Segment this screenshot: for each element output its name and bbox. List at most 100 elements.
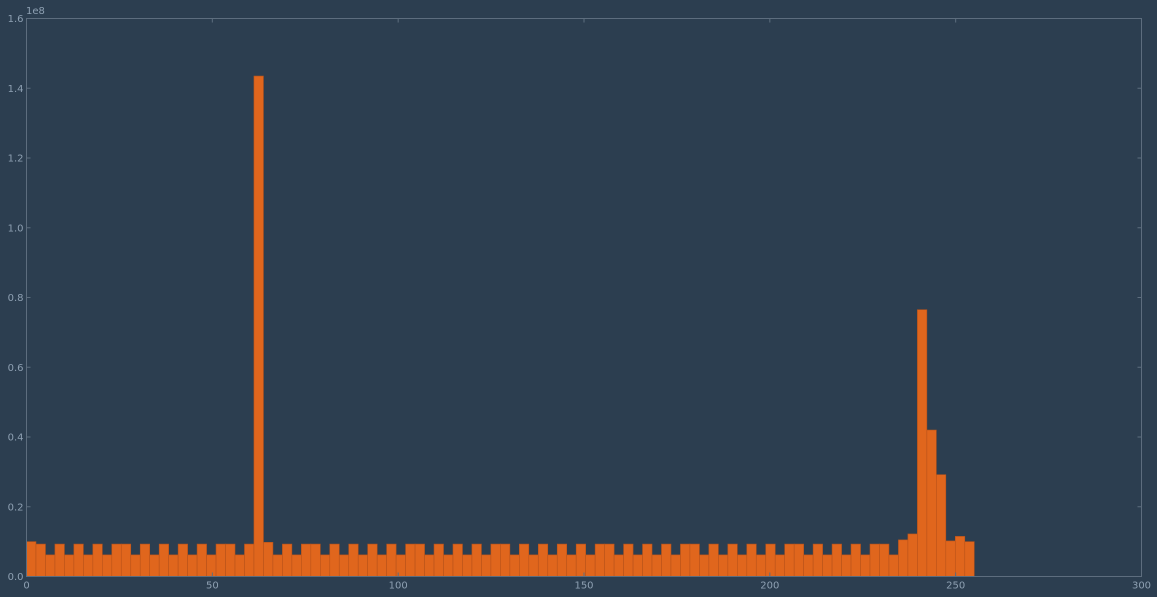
- bar: [528, 554, 539, 577]
- bar: [699, 554, 710, 577]
- bar: [386, 543, 397, 577]
- bar: [139, 543, 151, 577]
- bar: [120, 543, 132, 577]
- bar: [765, 543, 776, 577]
- bar: [424, 554, 435, 577]
- bar: [841, 554, 852, 577]
- bar: [936, 474, 947, 577]
- bar: [376, 554, 387, 577]
- x-tick-label: 300: [1132, 581, 1151, 592]
- bar: [803, 554, 814, 577]
- bar: [708, 543, 719, 577]
- y-tick-label: 0.0: [8, 572, 24, 583]
- bar: [898, 539, 909, 577]
- bar: [130, 554, 141, 577]
- bar: [519, 543, 530, 577]
- bar: [282, 543, 293, 577]
- bar: [168, 554, 179, 577]
- x-tick-label: 200: [760, 581, 779, 592]
- x-tick-label: 0: [23, 581, 29, 592]
- y-tick-label: 1.6: [8, 14, 24, 25]
- x-tick-label: 150: [574, 581, 593, 592]
- bar: [945, 540, 956, 577]
- plot-frame: [26, 18, 1142, 577]
- bar: [395, 554, 406, 577]
- bar: [860, 554, 871, 577]
- bar: [64, 554, 75, 577]
- bar: [718, 554, 729, 577]
- bar: [585, 554, 596, 577]
- bar: [54, 543, 65, 577]
- bar: [45, 554, 56, 577]
- x-tick-label: 50: [206, 581, 219, 592]
- bar: [196, 543, 207, 577]
- y-tick-label: 0.2: [8, 502, 24, 513]
- bar: [879, 543, 890, 577]
- bar: [310, 543, 321, 577]
- histogram-chart: 0 50 100 150 200 250 300 0.0 0.2 0.4 0.6 0.8 1.0 1.2 1…: [8, 6, 1151, 592]
- bar: [746, 543, 757, 577]
- bar: [357, 554, 368, 577]
- bar: [831, 543, 842, 577]
- bar: [177, 543, 188, 577]
- bar: [452, 543, 463, 577]
- bar: [737, 554, 748, 577]
- bar: [680, 543, 691, 577]
- bar: [215, 543, 226, 577]
- y-tick-label: 1.0: [8, 223, 24, 234]
- bar: [907, 533, 918, 577]
- y-tick-label: 0.6: [8, 363, 24, 374]
- bar: [850, 543, 861, 577]
- bar: [73, 543, 84, 577]
- bar: [556, 543, 568, 577]
- bar: [632, 554, 643, 577]
- y-tick-label: 0.4: [8, 433, 24, 444]
- bar: [102, 554, 113, 577]
- bar: [547, 554, 558, 577]
- y-tick-label: 1.4: [8, 84, 24, 95]
- bar: [613, 554, 624, 577]
- bar: [225, 543, 236, 577]
- bar: [471, 543, 482, 577]
- bar: [244, 543, 255, 577]
- bar: [320, 554, 331, 577]
- y-offset-label: 1e8: [26, 6, 45, 17]
- bar: [774, 554, 785, 577]
- bar: [92, 543, 103, 577]
- bar: [917, 309, 928, 577]
- bar: [670, 554, 681, 577]
- bar: [575, 543, 586, 577]
- bar: [490, 543, 501, 577]
- tick-group: 0 50 100 150 200 250 300 0.0 0.2 0.4 0.6 0.8 1.0 1.2 1…: [8, 14, 1151, 592]
- bar: [291, 554, 302, 577]
- bar: [111, 543, 122, 577]
- bar: [869, 543, 880, 577]
- bar: [642, 543, 653, 577]
- bar: [35, 543, 46, 577]
- bar: [253, 75, 264, 577]
- bar: [812, 543, 823, 577]
- bar: [367, 543, 378, 577]
- bar: [651, 554, 662, 577]
- y-tick-label: 1.2: [8, 154, 24, 165]
- bar: [83, 554, 94, 577]
- bar: [623, 543, 634, 577]
- bar: [822, 554, 833, 577]
- bar: [594, 543, 605, 577]
- bar: [301, 543, 312, 577]
- bar: [187, 554, 198, 577]
- bar: [500, 543, 511, 577]
- bar: [158, 543, 169, 577]
- bar: [433, 543, 444, 577]
- bar: [661, 543, 672, 577]
- bar-group: [26, 75, 975, 577]
- bar: [414, 543, 425, 577]
- bar: [272, 554, 283, 577]
- bar: [206, 554, 217, 577]
- bar: [954, 536, 966, 577]
- bar: [784, 543, 795, 577]
- bar: [537, 543, 549, 577]
- bar: [338, 554, 350, 577]
- bar: [481, 554, 492, 577]
- x-tick-label: 250: [946, 581, 965, 592]
